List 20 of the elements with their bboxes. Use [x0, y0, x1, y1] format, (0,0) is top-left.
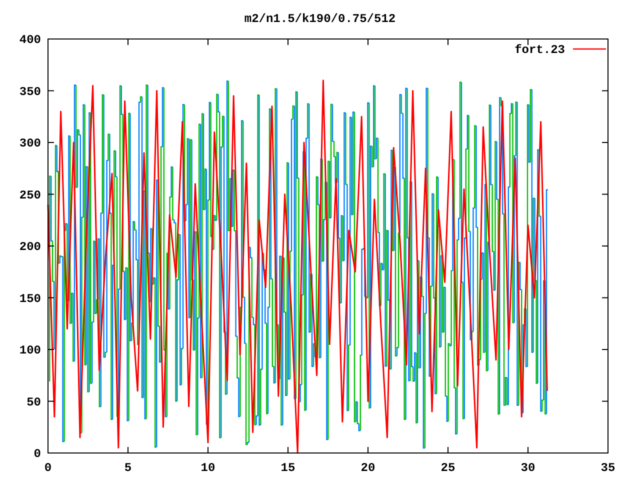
y-tick-label: 200	[19, 240, 41, 254]
y-tick-label: 400	[19, 33, 41, 47]
y-tick-label: 50	[26, 395, 41, 410]
y-tick-label: 100	[19, 344, 41, 358]
y-tick-label: 150	[19, 292, 41, 306]
x-tick-label: 0	[44, 461, 52, 475]
y-tick-label: 300	[19, 136, 41, 150]
y-tick-label: 250	[19, 188, 41, 202]
legend-line	[573, 48, 606, 50]
y-tick-label: 350	[19, 84, 41, 99]
legend-label: fort.23	[514, 43, 565, 57]
x-tick-label: 35	[600, 461, 616, 475]
y-tick-label: 0	[34, 447, 41, 461]
x-tick-label: 20	[360, 461, 376, 475]
x-tick-label: 10	[200, 461, 216, 475]
x-tick-label: 25	[440, 461, 456, 475]
chart-title: m2/n1.5/k190/0.75/512	[244, 12, 396, 26]
x-tick-label: 15	[280, 461, 296, 475]
x-tick-label: 5	[124, 461, 132, 475]
x-tick-label: 30	[520, 461, 536, 475]
